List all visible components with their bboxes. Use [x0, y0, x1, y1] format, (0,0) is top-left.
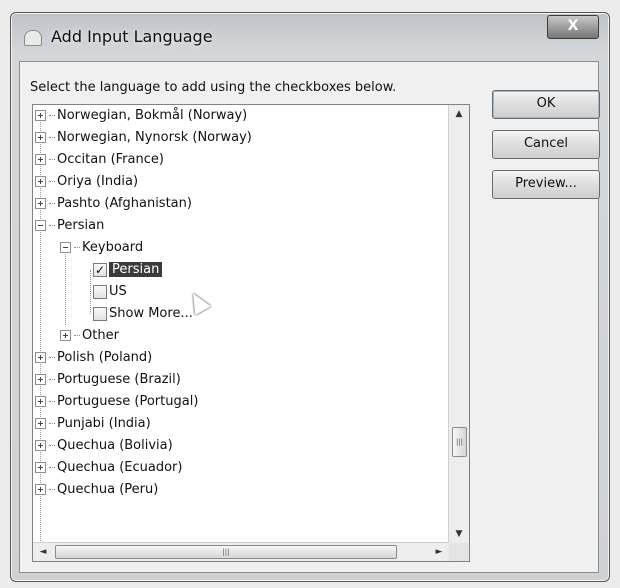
- tree-item-label: Show More...: [109, 306, 193, 321]
- tree-item-label: Portuguese (Portugal): [57, 394, 199, 409]
- tree-item-label: Keyboard: [82, 240, 144, 255]
- tree-item-pashto[interactable]: Pashto (Afghanistan): [35, 193, 192, 215]
- expand-plus-icon[interactable]: [35, 440, 46, 451]
- tree-line: [65, 248, 66, 325]
- tree-item-persian[interactable]: Persian: [35, 215, 104, 237]
- tree-item-label: Persian: [109, 262, 163, 277]
- horizontal-scroll-thumb[interactable]: |||: [55, 545, 397, 559]
- instruction-text: Select the language to add using the che…: [30, 80, 397, 95]
- title-bar[interactable]: Add Input Language X: [11, 13, 609, 61]
- expand-plus-icon[interactable]: [35, 132, 46, 143]
- tree-item-label: Punjabi (India): [57, 416, 151, 431]
- tree-item-label: Quechua (Peru): [57, 482, 159, 497]
- add-input-language-dialog: Add Input Language X Select the language…: [10, 12, 610, 582]
- tree-item-norwegian-nynorsk[interactable]: Norwegian, Nynorsk (Norway): [35, 127, 252, 149]
- tree-item-oriya[interactable]: Oriya (India): [35, 171, 138, 193]
- tree-item-quechua-ecuador[interactable]: Quechua (Ecuador): [35, 457, 182, 479]
- tree-item-label: Quechua (Ecuador): [57, 460, 183, 475]
- expand-plus-icon[interactable]: [35, 396, 46, 407]
- expand-plus-icon[interactable]: [35, 462, 46, 473]
- language-tree[interactable]: Norwegian, Bokmål (Norway) Norwegian, Ny…: [32, 104, 470, 562]
- collapse-minus-icon[interactable]: [60, 242, 71, 253]
- tree-item-label: Polish (Poland): [57, 350, 153, 365]
- tree-line: [90, 270, 91, 314]
- expand-plus-icon[interactable]: [35, 484, 46, 495]
- expand-plus-icon[interactable]: [35, 418, 46, 429]
- tree-item-label: Other: [82, 328, 119, 343]
- tree-item-label: Portuguese (Brazil): [57, 372, 181, 387]
- expand-plus-icon[interactable]: [60, 330, 71, 341]
- dialog-body: Select the language to add using the che…: [19, 61, 600, 573]
- tree-item-portuguese-brazil[interactable]: Portuguese (Brazil): [35, 369, 181, 391]
- tree-item-label: Oriya (India): [57, 174, 139, 189]
- expand-plus-icon[interactable]: [35, 352, 46, 363]
- tree-item-label: US: [109, 284, 127, 299]
- tree-list: Norwegian, Bokmål (Norway) Norwegian, Ny…: [33, 105, 447, 543]
- tree-item-persian-keyboard[interactable]: ✓ Persian: [93, 259, 163, 281]
- ok-button[interactable]: OK: [492, 90, 600, 119]
- dialog-title: Add Input Language: [51, 27, 213, 46]
- expand-plus-icon[interactable]: [35, 110, 46, 121]
- horizontal-scrollbar[interactable]: ◄ ||| ►: [33, 542, 449, 561]
- vertical-scrollbar[interactable]: ▲ ||| ▼: [448, 105, 469, 543]
- scroll-up-arrow-icon[interactable]: ▲: [449, 105, 469, 123]
- tree-item-other[interactable]: Other: [60, 325, 119, 347]
- tree-item-label: Occitan (France): [57, 152, 164, 167]
- expand-plus-icon[interactable]: [35, 198, 46, 209]
- tree-item-norwegian-bokmal[interactable]: Norwegian, Bokmål (Norway): [35, 105, 247, 127]
- close-button[interactable]: X: [547, 15, 599, 39]
- tree-item-quechua-peru[interactable]: Quechua (Peru): [35, 479, 158, 501]
- tree-item-label: Pashto (Afghanistan): [57, 196, 192, 211]
- collapse-minus-icon[interactable]: [35, 220, 46, 231]
- tree-item-label: Quechua (Bolivia): [57, 438, 173, 453]
- tree-item-show-more[interactable]: Show More...: [93, 303, 193, 325]
- tree-item-occitan[interactable]: Occitan (France): [35, 149, 164, 171]
- cancel-button[interactable]: Cancel: [492, 130, 600, 159]
- scroll-left-arrow-icon[interactable]: ◄: [33, 543, 53, 561]
- tree-item-quechua-bolivia[interactable]: Quechua (Bolivia): [35, 435, 173, 457]
- vertical-scroll-thumb[interactable]: |||: [452, 427, 467, 457]
- scroll-right-arrow-icon[interactable]: ►: [429, 543, 449, 561]
- keyboard-icon: [24, 30, 42, 46]
- tree-item-punjabi[interactable]: Punjabi (India): [35, 413, 151, 435]
- tree-item-label: Norwegian, Nynorsk (Norway): [57, 130, 252, 145]
- expand-plus-icon[interactable]: [35, 176, 46, 187]
- tree-item-label: Persian: [57, 218, 105, 233]
- scroll-down-arrow-icon[interactable]: ▼: [449, 525, 469, 543]
- checkbox[interactable]: [93, 306, 107, 321]
- checkbox[interactable]: [93, 284, 107, 299]
- expand-plus-icon[interactable]: [35, 374, 46, 385]
- expand-plus-icon[interactable]: [35, 154, 46, 165]
- tree-item-label: Norwegian, Bokmål (Norway): [57, 108, 248, 123]
- tree-item-polish[interactable]: Polish (Poland): [35, 347, 152, 369]
- scrollbar-corner: [449, 543, 469, 561]
- tree-item-portuguese-portugal[interactable]: Portuguese (Portugal): [35, 391, 198, 413]
- tree-item-keyboard[interactable]: Keyboard: [60, 237, 143, 259]
- preview-button[interactable]: Preview...: [492, 170, 600, 199]
- checkbox-checked[interactable]: ✓: [93, 262, 107, 277]
- tree-item-us-keyboard[interactable]: US: [93, 281, 127, 303]
